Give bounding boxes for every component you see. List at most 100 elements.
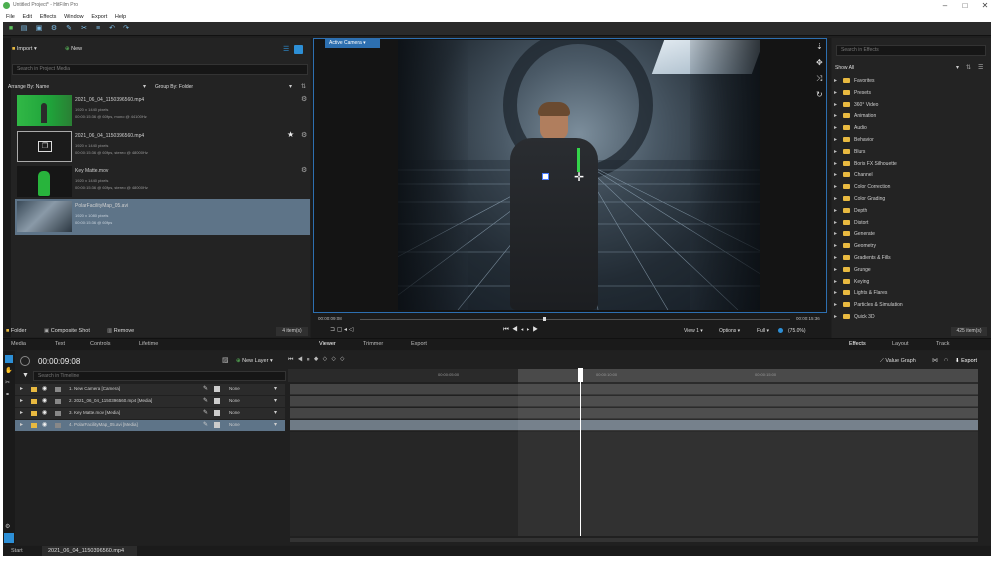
layer-row[interactable]: ▸ ◉ 2. 2021_06_04_1150396560.mp4 [Media] ✎ N… bbox=[15, 396, 285, 407]
remove-button[interactable]: ▥ Remove bbox=[107, 328, 134, 334]
blend-mode-select[interactable]: None bbox=[229, 398, 240, 403]
effects-category[interactable]: ▸ Boris FX Silhouette bbox=[834, 159, 984, 170]
visibility-eye-icon[interactable]: ◉ bbox=[42, 421, 47, 428]
layers-icon[interactable]: ≡ bbox=[94, 25, 102, 33]
magnet-icon[interactable]: ∩ bbox=[944, 357, 948, 363]
effects-category[interactable]: ▸ Audio bbox=[834, 123, 984, 134]
timeline-side-toggle[interactable] bbox=[4, 533, 14, 543]
composite-shot-button[interactable]: ▣ Composite Shot bbox=[44, 328, 90, 334]
effects-category[interactable]: ▸ Depth bbox=[834, 206, 984, 217]
active-camera-select[interactable]: Active Camera ▾ bbox=[325, 39, 380, 48]
list-view-icon[interactable]: ☰ bbox=[283, 45, 292, 54]
effects-category[interactable]: ▸ Generate bbox=[834, 229, 984, 240]
visibility-eye-icon[interactable]: ◉ bbox=[42, 397, 47, 404]
expand-chevron-icon[interactable]: ▸ bbox=[20, 421, 23, 428]
download-icon[interactable]: ⇣ bbox=[816, 42, 823, 51]
effects-category[interactable]: ▸ Color Grading bbox=[834, 194, 984, 205]
menu-effects[interactable]: Effects bbox=[40, 12, 57, 22]
gear-icon[interactable]: ⚙ bbox=[301, 166, 307, 174]
blend-chevron-icon[interactable]: ▾ bbox=[274, 397, 277, 404]
share-icon[interactable]: ⤨ bbox=[816, 74, 822, 84]
tab-composite-active[interactable]: 2021_06_04_1150396560.mp4 bbox=[42, 546, 137, 556]
layer-switch-icon[interactable] bbox=[214, 398, 220, 404]
expand-chevron-icon[interactable]: ▸ bbox=[20, 385, 23, 392]
tab-text[interactable]: Text bbox=[55, 341, 65, 347]
effects-category[interactable]: ▸ Lights & Flares bbox=[834, 288, 984, 299]
media-item-selected[interactable]: PolarFacilityMap_05.avi 1920 x 1080 pixe… bbox=[15, 199, 310, 235]
effects-category[interactable]: ▸ Behavior bbox=[834, 135, 984, 146]
expand-chevron-icon[interactable]: ▸ bbox=[20, 409, 23, 416]
playhead[interactable] bbox=[580, 368, 581, 536]
hand-tool-icon[interactable]: ✋ bbox=[5, 367, 12, 374]
link-tool-icon[interactable]: ⚭ bbox=[5, 391, 10, 398]
import-button[interactable]: ■ Import ▾ bbox=[12, 46, 37, 52]
move-icon[interactable]: ✥ bbox=[816, 58, 823, 67]
gear-icon[interactable]: ⚙ bbox=[301, 95, 307, 103]
tab-track[interactable]: Track bbox=[936, 341, 950, 347]
quality-select[interactable]: Full ▾ bbox=[757, 328, 769, 334]
expand-chevron-icon[interactable]: ▸ bbox=[20, 397, 23, 404]
grid-view-icon[interactable] bbox=[294, 45, 303, 54]
sort-icon[interactable]: ⇅ bbox=[301, 83, 306, 90]
blend-chevron-icon[interactable]: ▾ bbox=[274, 409, 277, 416]
effects-category[interactable]: ▸ Distort bbox=[834, 218, 984, 229]
layer-switch-icon[interactable] bbox=[214, 410, 220, 416]
effects-category[interactable]: ▸ Gradients & Fills bbox=[834, 253, 984, 264]
viewer-canvas[interactable]: Active Camera ▾ ✛ bbox=[313, 38, 827, 313]
layer-switch-icon[interactable] bbox=[214, 422, 220, 428]
y-axis-handle[interactable] bbox=[577, 148, 580, 172]
menu-help[interactable]: Help bbox=[115, 12, 126, 22]
sort-icon[interactable]: ⇅ bbox=[966, 64, 971, 71]
tab-layout[interactable]: Layout bbox=[892, 341, 909, 347]
effects-category[interactable]: ▸ Particles & Simulation bbox=[834, 300, 984, 311]
effects-category[interactable]: ▸ Keying bbox=[834, 277, 984, 288]
zoom-select[interactable]: (75.0%) bbox=[788, 328, 806, 334]
layer-row[interactable]: ▸ ◉ 1. New Camera [Camera] ✎ None ▾ bbox=[15, 384, 285, 395]
tab-viewer[interactable]: Viewer bbox=[319, 341, 336, 347]
show-chevron-icon[interactable]: ▾ bbox=[956, 64, 959, 71]
timeline-export-button[interactable]: ⬇ Export bbox=[955, 358, 977, 364]
tab-controls[interactable]: Controls bbox=[90, 341, 110, 347]
group-by-select[interactable]: Group By: Folder bbox=[155, 84, 193, 90]
edit-pen-icon[interactable]: ✎ bbox=[203, 397, 208, 404]
new-button[interactable]: ⊕ New bbox=[65, 46, 82, 52]
media-item[interactable]: Key Matte.mov 1920 x 1440 pixels 00:00:1… bbox=[15, 164, 310, 200]
menu-file[interactable]: File bbox=[6, 12, 15, 22]
rotate-icon[interactable]: ↻ bbox=[816, 90, 823, 99]
blend-chevron-icon[interactable]: ▾ bbox=[274, 421, 277, 428]
effects-category[interactable]: ▸ Color Correction bbox=[834, 182, 984, 193]
snap-icon[interactable]: ⋈ bbox=[932, 357, 938, 364]
save-icon[interactable]: ▣ bbox=[35, 25, 43, 33]
options-select[interactable]: Options ▾ bbox=[719, 328, 740, 334]
menu-export[interactable]: Export bbox=[91, 12, 107, 22]
tab-trimmer[interactable]: Trimmer bbox=[363, 341, 383, 347]
media-item[interactable]: 2021_06_04_1150396560.mp4 1920 x 1440 pi… bbox=[15, 93, 310, 129]
viewer-scrubber-handle[interactable] bbox=[543, 317, 546, 321]
close-icon[interactable]: ✕ bbox=[975, 0, 995, 11]
pen-icon[interactable]: ✎ bbox=[65, 25, 73, 33]
effects-category[interactable]: ▸ Animation bbox=[834, 111, 984, 122]
layer-switch-icon[interactable] bbox=[214, 386, 220, 392]
filter-icon[interactable]: ▼ bbox=[22, 372, 29, 379]
effects-category[interactable]: ▸ Grunge bbox=[834, 265, 984, 276]
settings-icon[interactable]: ⚙ bbox=[50, 25, 58, 33]
visibility-eye-icon[interactable]: ◉ bbox=[42, 385, 47, 392]
transform-handle[interactable] bbox=[542, 173, 549, 180]
tab-effects[interactable]: Effects bbox=[849, 341, 866, 347]
value-graph-button[interactable]: ⟋ Value Graph bbox=[880, 358, 916, 365]
maximize-icon[interactable]: □ bbox=[955, 0, 975, 11]
effects-category[interactable]: ▸ Favorites bbox=[834, 76, 984, 87]
timeline-timecode[interactable]: 00:00:09:08 bbox=[38, 357, 80, 366]
effects-category[interactable]: ▸ Geometry bbox=[834, 241, 984, 252]
redo-icon[interactable]: ↷ bbox=[122, 25, 130, 33]
media-search-input[interactable]: Search in Project Media bbox=[12, 64, 308, 75]
viewer-scrubber-track[interactable] bbox=[360, 319, 790, 320]
timeline-transport-icons[interactable]: ⏮◀⏸◆◇◇◇ bbox=[288, 357, 349, 364]
show-all-select[interactable]: Show All bbox=[835, 65, 854, 71]
arrange-by-select[interactable]: Arrange By: Name bbox=[8, 84, 49, 90]
playhead-handle[interactable] bbox=[578, 368, 583, 382]
anchor-point-icon[interactable]: ✛ bbox=[574, 170, 588, 184]
timeline-horizontal-scrollbar[interactable] bbox=[290, 538, 978, 542]
tools-icon[interactable]: ✂ bbox=[80, 25, 88, 33]
media-item[interactable]: ❐ 2021_06_04_1150396560.mp4 1920 x 1440 … bbox=[15, 129, 310, 165]
